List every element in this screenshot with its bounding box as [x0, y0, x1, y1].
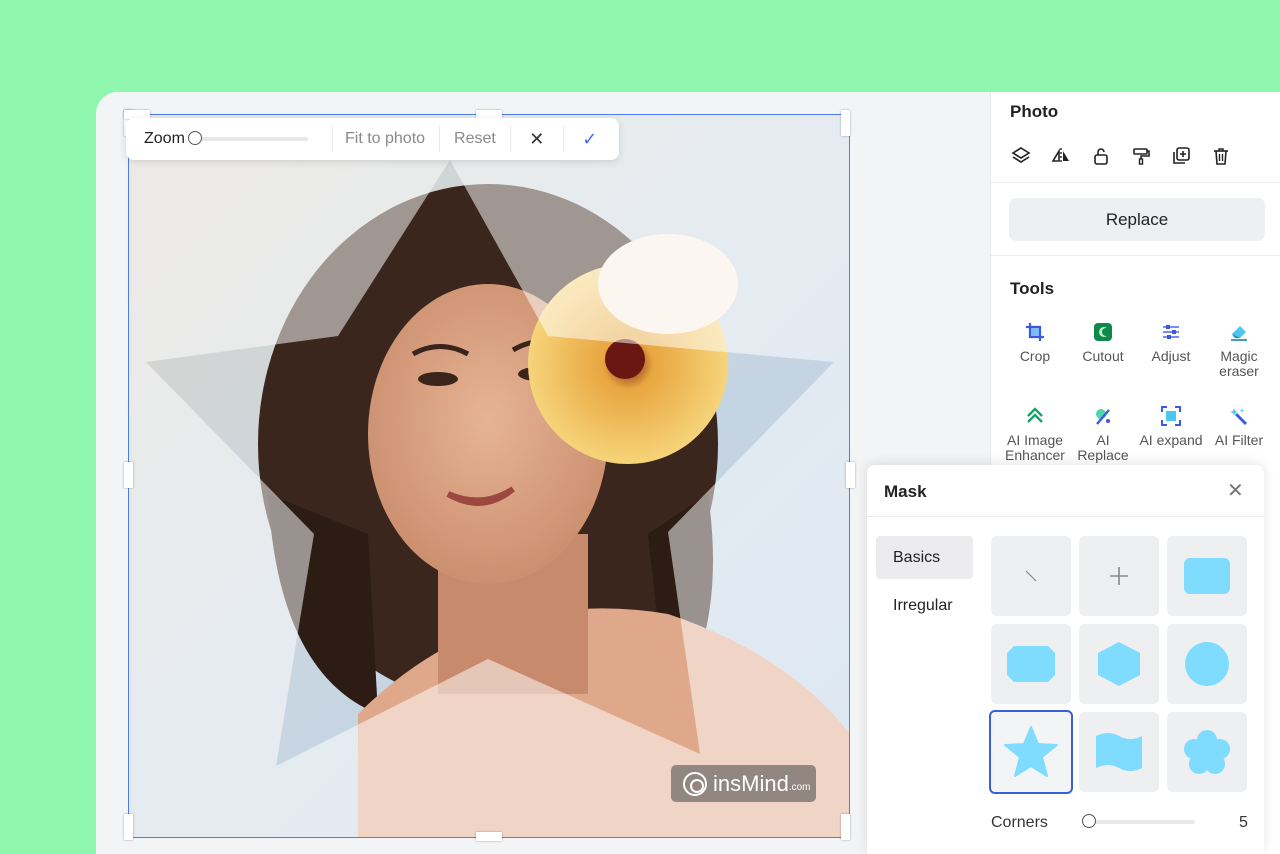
zoom-toolbar: Zoom Fit to photo Reset ✕ ✓: [126, 118, 619, 160]
shape-wave[interactable]: [1079, 712, 1159, 792]
toolbar-divider: [332, 126, 333, 152]
zoom-label: Zoom: [144, 130, 185, 147]
panel-divider: [991, 182, 1280, 183]
zoom-slider-knob[interactable]: [188, 131, 202, 145]
wave-shape-icon: [1096, 733, 1142, 771]
resize-handle-top-right[interactable]: [841, 110, 850, 136]
shape-circle[interactable]: [1167, 624, 1247, 704]
close-icon[interactable]: ✕: [1227, 478, 1244, 503]
watermark: insMind .com: [671, 765, 816, 802]
rounded-rectangle-shape-icon: [1184, 558, 1230, 594]
paint-roller-icon[interactable]: [1129, 144, 1153, 168]
tool-label: Magic eraser: [1219, 348, 1259, 379]
shape-none[interactable]: [991, 536, 1071, 616]
trash-icon[interactable]: [1209, 144, 1233, 168]
corners-slider[interactable]: [1085, 820, 1195, 824]
corners-label: Corners: [991, 814, 1048, 831]
tool-ai-filter[interactable]: AI Filter: [1205, 405, 1273, 448]
toolbar-divider: [562, 126, 564, 152]
tool-label: AI Image Enhancer: [1005, 432, 1065, 463]
shape-star[interactable]: [989, 710, 1073, 794]
flip-icon[interactable]: [1049, 144, 1073, 168]
ai-replace-icon: [1092, 405, 1114, 427]
watermark-suffix: .com: [788, 782, 811, 793]
tool-label: Crop: [1019, 348, 1051, 364]
no-mask-icon: [1025, 570, 1037, 582]
cutout-icon: [1092, 321, 1114, 343]
tool-label: AI Filter: [1214, 432, 1264, 448]
category-basics[interactable]: Basics: [876, 536, 973, 579]
tool-label: AI expand: [1139, 432, 1203, 448]
tool-label: AI Replace: [1077, 432, 1129, 463]
duplicate-icon[interactable]: [1169, 144, 1193, 168]
toolbar-divider: [509, 126, 511, 152]
tool-cutout[interactable]: Cutout: [1069, 321, 1137, 364]
octagon-shape-icon: [1007, 646, 1055, 682]
crop-icon: [1024, 321, 1046, 343]
shape-octagon[interactable]: [991, 624, 1071, 704]
shape-hexagon[interactable]: [1079, 624, 1159, 704]
canvas-area: Zoom Fit to photo Reset ✕ ✓ insMind .com: [96, 92, 990, 854]
panel-divider: [991, 255, 1280, 256]
zoom-slider[interactable]: [188, 131, 308, 145]
corners-value: 5: [1239, 814, 1248, 831]
shape-add[interactable]: [1079, 536, 1159, 616]
resize-handle-bottom-left[interactable]: [124, 814, 133, 840]
hexagon-shape-icon: [1098, 642, 1140, 686]
photo-panel-title: Photo: [1010, 102, 1059, 121]
reset-button[interactable]: Reset: [454, 130, 496, 148]
tool-label: Cutout: [1082, 348, 1124, 364]
shape-rounded-rectangle[interactable]: [1167, 536, 1247, 616]
resize-handle-right[interactable]: [846, 462, 855, 488]
tool-ai-replace[interactable]: AI Replace: [1069, 405, 1137, 463]
photo-canvas[interactable]: [128, 114, 850, 838]
layers-icon[interactable]: [1009, 144, 1033, 168]
shape-flower[interactable]: [1167, 712, 1247, 792]
tool-crop[interactable]: Crop: [1001, 321, 1069, 364]
insmind-logo-icon: [683, 771, 707, 796]
tool-adjust[interactable]: Adjust: [1137, 321, 1205, 364]
tool-magic-eraser[interactable]: Magic eraser: [1205, 321, 1273, 379]
ai-expand-icon: [1160, 405, 1182, 427]
tool-ai-expand[interactable]: AI expand: [1137, 405, 1205, 448]
confirm-icon[interactable]: ✓: [578, 129, 602, 150]
fit-to-photo-button[interactable]: Fit to photo: [345, 130, 425, 148]
panel-divider: [867, 516, 1264, 517]
replace-button[interactable]: Replace: [1009, 198, 1265, 241]
tools-title: Tools: [1010, 279, 1055, 298]
tool-label: Adjust: [1151, 348, 1191, 364]
toolbar-divider: [439, 126, 441, 152]
plus-icon: [1110, 567, 1128, 585]
ai-filter-icon: [1228, 405, 1250, 427]
star-shape-icon: [1004, 726, 1058, 777]
adjust-icon: [1160, 321, 1182, 343]
resize-handle-bottom-right[interactable]: [841, 814, 850, 840]
magic-eraser-icon: [1228, 321, 1250, 343]
photo-action-icons: [1009, 144, 1233, 168]
lock-icon[interactable]: [1089, 144, 1113, 168]
circle-shape-icon: [1185, 642, 1229, 686]
photo-image: [128, 114, 850, 838]
tool-ai-image-enhancer[interactable]: AI Image Enhancer: [1001, 405, 1069, 463]
resize-handle-bottom[interactable]: [476, 832, 502, 841]
enhancer-icon: [1024, 405, 1046, 427]
watermark-brand: insMind: [713, 770, 789, 796]
resize-handle-left[interactable]: [124, 462, 133, 488]
cancel-icon[interactable]: ✕: [525, 129, 549, 150]
mask-panel-title: Mask: [884, 482, 927, 501]
category-irregular[interactable]: Irregular: [876, 584, 973, 627]
flower-shape-icon: [1184, 730, 1230, 774]
mask-panel: Mask ✕ Basics Irregular Corners 5: [867, 465, 1264, 854]
corners-slider-knob[interactable]: [1082, 814, 1096, 828]
